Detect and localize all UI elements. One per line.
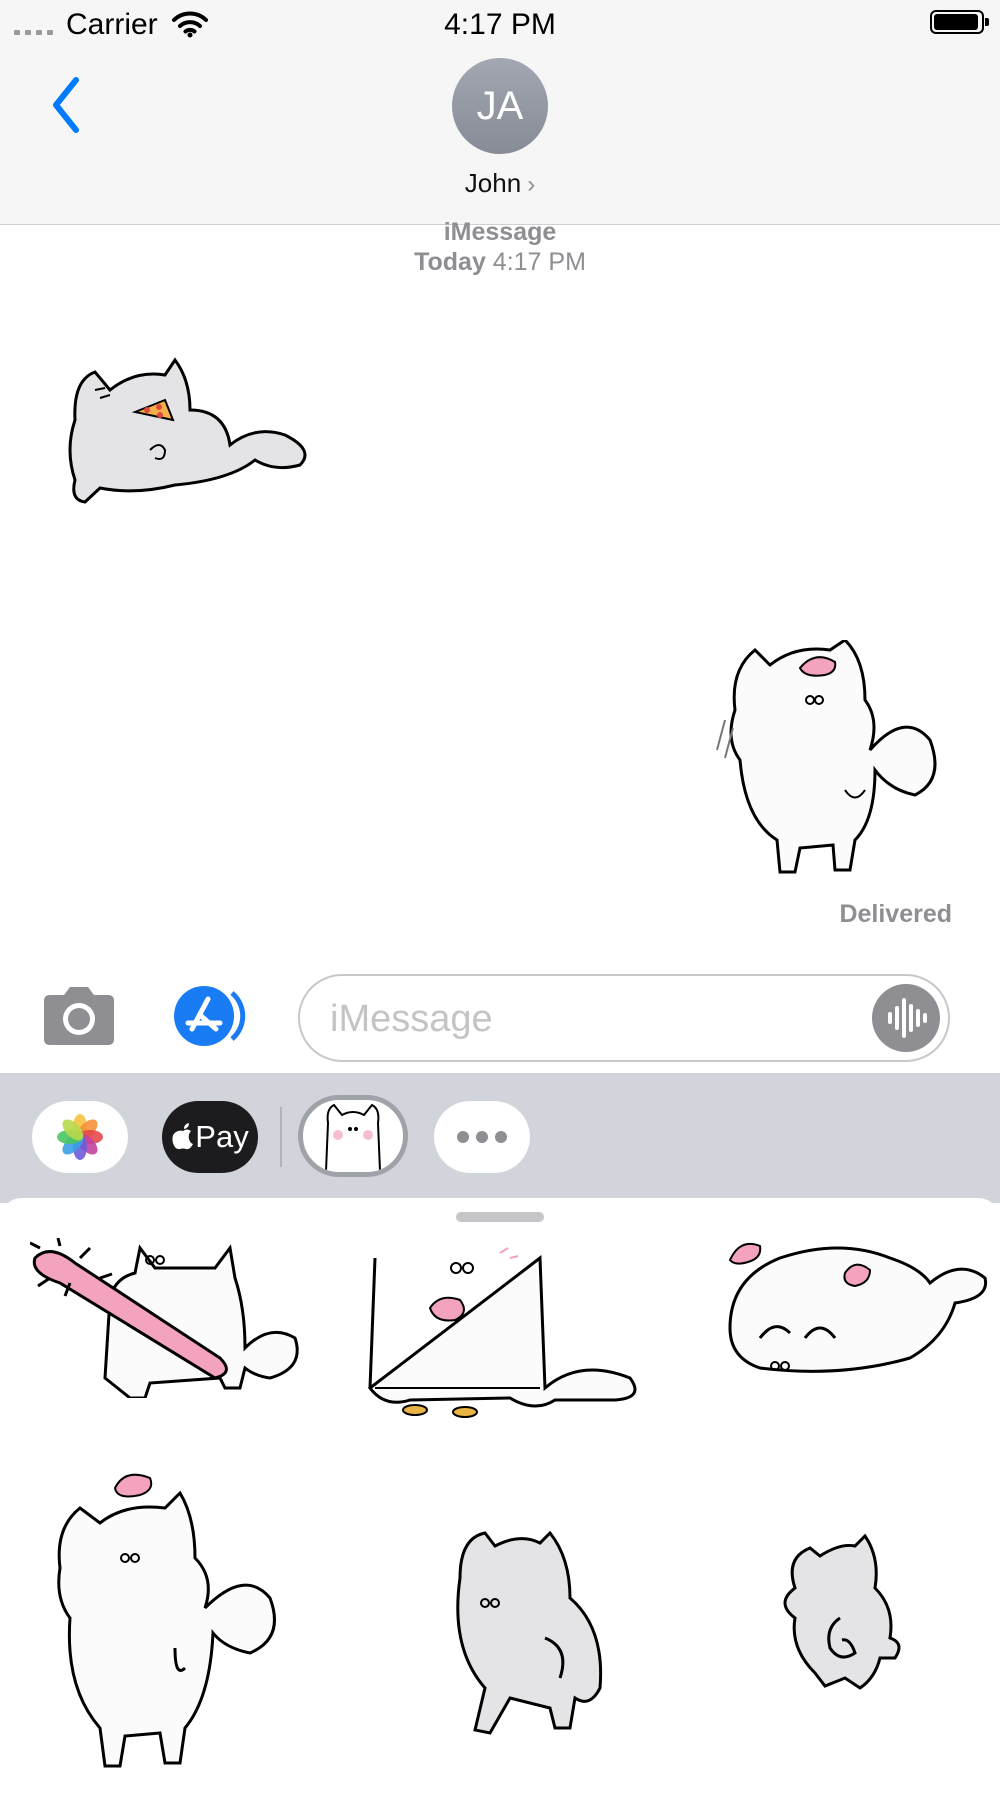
delivered-status: Delivered [839,900,952,928]
message-input[interactable] [328,990,852,1048]
contact-name: John [464,168,522,198]
more-icon [457,1131,469,1143]
cat-sticker-app-button[interactable] [298,1095,408,1177]
app-store-icon[interactable] [170,985,256,1047]
apple-icon [172,1123,194,1150]
cat-with-coins-sticker[interactable] [360,1238,650,1418]
photos-icon [57,1114,103,1160]
timestamp-day: Today [414,248,486,276]
cat-leaning-sticker[interactable] [450,1518,620,1748]
cat-from-behind-sticker[interactable] [770,1528,910,1698]
cat-with-spiked-bat-sticker[interactable] [30,1238,310,1398]
status-time: 4:17 PM [444,8,556,41]
cat-tipping-cap-grid-sticker[interactable] [45,1468,285,1768]
cat-eating-pizza-sticker[interactable] [55,350,315,510]
contact-name-button[interactable]: John › [0,168,1000,199]
more-apps-button[interactable] [434,1101,530,1173]
camera-icon[interactable] [40,985,118,1047]
photos-app-button[interactable] [32,1101,128,1173]
panel-grabber[interactable] [456,1212,544,1222]
service-label: iMessage [443,218,557,246]
cat-tipping-cap-sticker[interactable] [705,640,965,880]
battery-fill [934,14,978,30]
message-input-container [298,974,950,1062]
chevron-left-icon[interactable] [44,70,88,140]
message-timestamp: Today 4:17 PM [0,248,1000,277]
apple-pay-app-button[interactable]: Pay [162,1101,258,1173]
battery-icon [930,10,989,34]
cat-lying-with-cap-sticker[interactable] [720,1238,990,1388]
status-bar: Carrier 4:17 PM [0,0,1000,48]
apple-pay-label: Pay [195,1119,249,1154]
cat-sticker-icon [325,1103,381,1171]
conversation-header: JA John › [0,48,1000,225]
app-drawer-divider [280,1107,282,1167]
chevron-right-icon: › [527,171,536,198]
timestamp-time: 4:17 PM [492,248,586,276]
audio-waveform-icon[interactable] [872,984,940,1052]
avatar[interactable]: JA [452,58,548,154]
sticker-panel [0,1198,1000,1798]
app-drawer: Pay [0,1073,1000,1203]
